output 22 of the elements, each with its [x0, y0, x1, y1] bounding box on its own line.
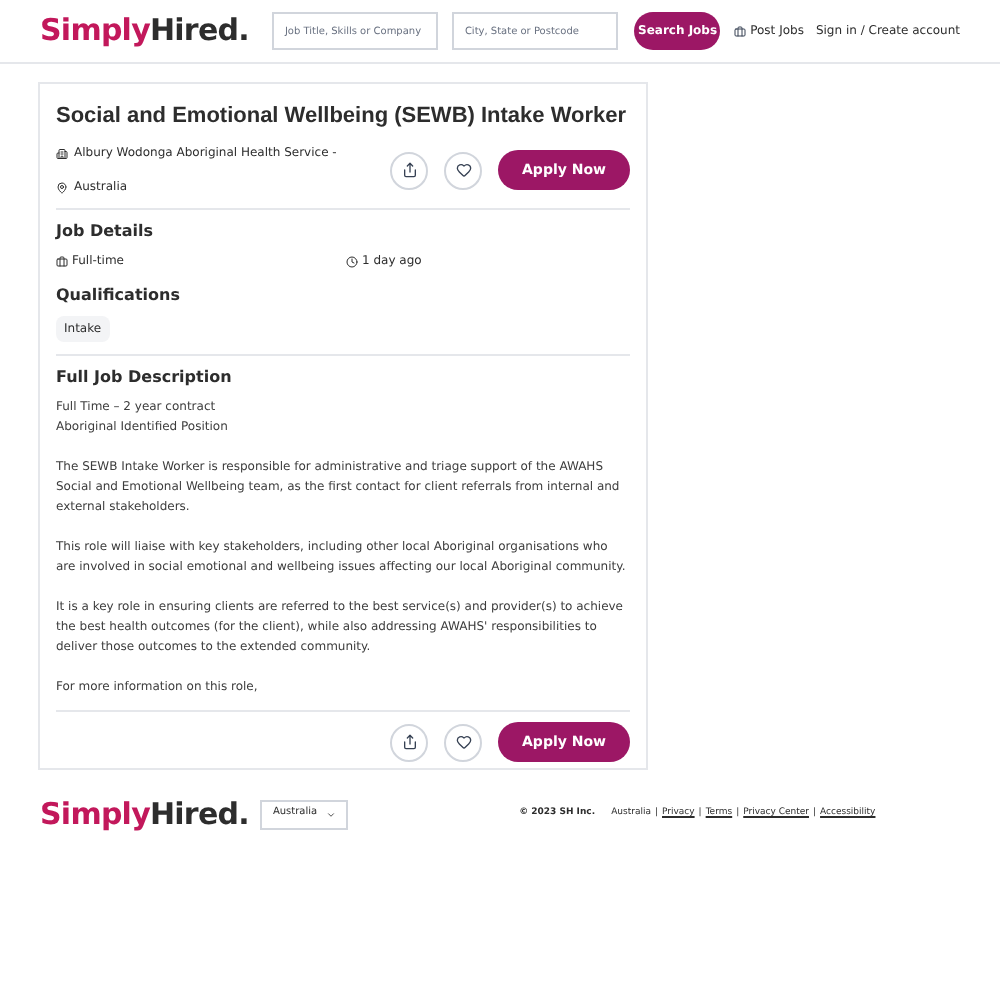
share-icon: [401, 162, 418, 178]
save-button[interactable]: [444, 723, 483, 761]
section-heading: Qualifications: [56, 284, 182, 308]
job-title: Social and Emotional Wellbeing (SEWB) Intake Worker: [56, 102, 627, 132]
logo-text[interactable]: Hired.: [149, 791, 249, 837]
share-button[interactable]: [390, 723, 429, 761]
heart-icon: [455, 162, 472, 178]
save-button[interactable]: [444, 151, 483, 189]
share-button[interactable]: [390, 151, 429, 189]
heart-icon: [455, 734, 472, 750]
share-icon: [401, 734, 418, 750]
logo-text[interactable]: Hired.: [149, 8, 249, 54]
briefcase-icon: [56, 255, 68, 267]
briefcase-icon: [734, 25, 747, 37]
logo-text[interactable]: Simply: [40, 791, 150, 837]
section-heading: Job Details: [56, 220, 156, 244]
location-icon: [56, 181, 68, 193]
building-icon: [56, 147, 68, 159]
chevron-icon: [325, 809, 336, 819]
section-heading: Full Job Description: [56, 366, 234, 390]
clock-icon: [346, 255, 358, 267]
logo-text[interactable]: Simply: [40, 8, 150, 54]
